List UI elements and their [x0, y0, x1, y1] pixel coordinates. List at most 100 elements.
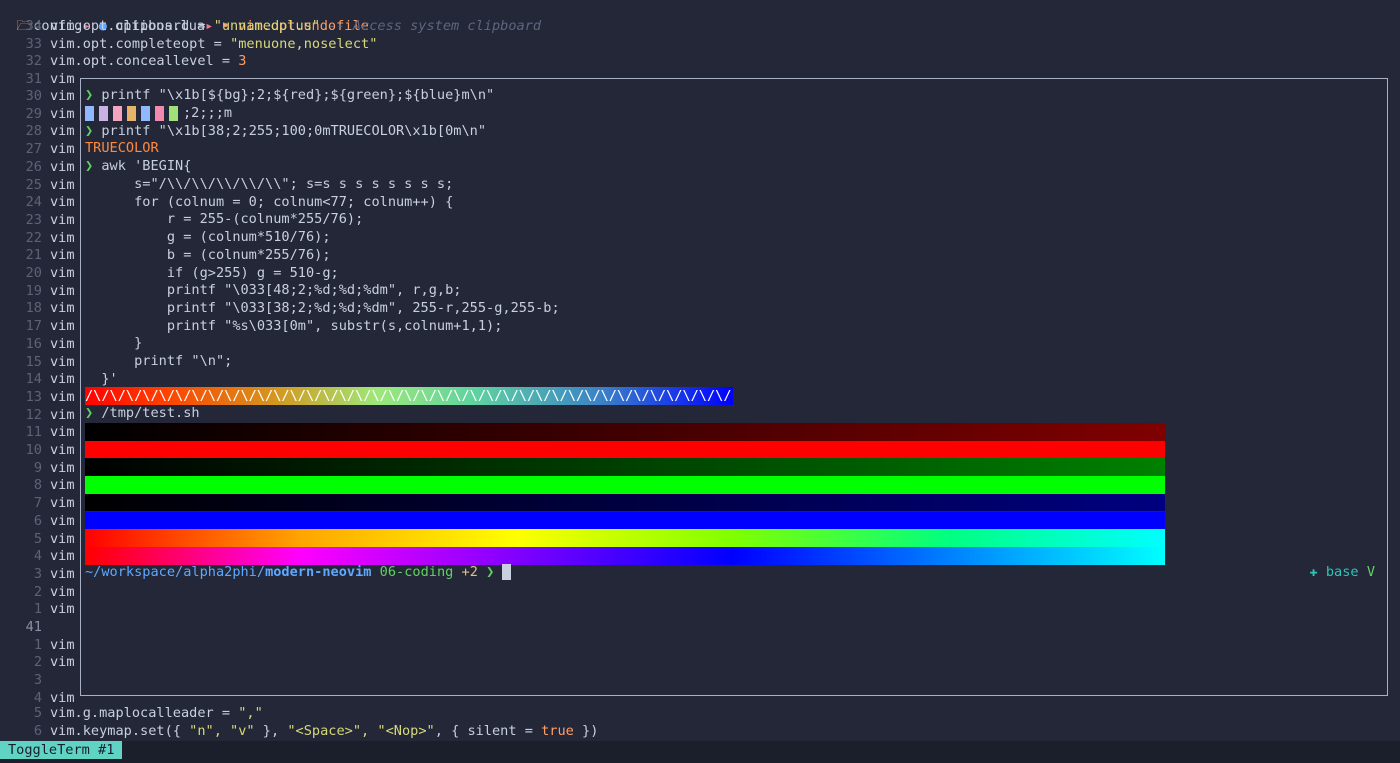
- line-number: 9: [33, 459, 42, 476]
- line-number: 8: [33, 477, 42, 494]
- editor-line[interactable]: 6 vim.keymap.set({ "n", "v" }, "<Space>",…: [0, 722, 599, 741]
- line-number: 7: [33, 495, 42, 512]
- line-number: 17: [25, 318, 42, 335]
- editor-line[interactable]: 32 vim.opt.conceallevel = 3: [0, 53, 247, 71]
- code-text: vim: [50, 71, 75, 88]
- line-number: 19: [25, 282, 42, 299]
- editor-line[interactable]: 31 vim: [0, 71, 75, 89]
- code-text: vim: [50, 477, 75, 494]
- terminal-line-cmd2: ❯ printf "\x1b[38;2;255;100;0mTRUECOLOR\…: [85, 123, 486, 141]
- terminal-cursor[interactable]: [502, 564, 512, 580]
- cmd1-text: printf "\x1b[${bg};2;${red};${green};${b…: [101, 87, 495, 103]
- comment: -- Access system clipboard: [320, 18, 542, 34]
- code-text: vim: [50, 459, 75, 476]
- cwd-home: ~/workspace/alpha2phi/: [85, 564, 266, 580]
- code-text: vim: [50, 123, 75, 140]
- line-number: 4: [33, 548, 42, 565]
- color-bar: [85, 529, 1165, 547]
- code-text: vim: [50, 229, 75, 246]
- cmd3-text: /tmp/test.sh: [101, 405, 200, 421]
- line-number: 33: [25, 35, 42, 52]
- toggleterm-statusline: ToggleTerm #1: [0, 741, 1400, 763]
- gutter-line: 4 vim: [0, 548, 75, 566]
- awk-script-line: r = 255-(colnum*255/76);: [85, 211, 364, 228]
- gutter-line: 29 vim: [0, 106, 75, 124]
- code-text: vim: [50, 565, 75, 582]
- gutter-line: 1 vim: [0, 637, 75, 655]
- code-text: vim: [50, 88, 75, 104]
- code-text: vim: [50, 318, 75, 335]
- out1-text: ;2;;;m: [183, 105, 233, 121]
- gutter-line: 23 vim: [0, 212, 75, 230]
- code-text: vim: [50, 530, 75, 547]
- editor-line[interactable]: 33 vim.opt.completeopt = "menuone,noselec…: [0, 35, 378, 54]
- code-text: vim.opt.clipboard =: [50, 18, 214, 34]
- code-text: vim: [50, 406, 75, 423]
- code-text: vim: [50, 300, 75, 317]
- color-bar: [85, 423, 1165, 441]
- gutter-line: 22 vim: [0, 230, 75, 248]
- line-number: 2: [33, 654, 42, 671]
- git-branch: 06-coding: [379, 564, 454, 580]
- code-text: vim.g.maplocalleader =: [50, 705, 239, 721]
- line-number: 3: [33, 672, 42, 689]
- code-text: vim: [50, 495, 75, 512]
- code-text: vim: [50, 282, 75, 299]
- string-literal: "n", "v": [189, 722, 255, 739]
- color-swatch: [85, 105, 94, 121]
- gutter-line: 14 vim: [0, 371, 75, 389]
- code-text: vim: [50, 211, 75, 228]
- code-text: vim: [50, 194, 75, 211]
- line-number: 1: [33, 636, 42, 653]
- editor-line[interactable]: 5 vim.g.maplocalleader = ",": [0, 705, 263, 723]
- awk-first-line: awk 'BEGIN{: [101, 158, 192, 174]
- toggleterm-float-window[interactable]: ❯ printf "\x1b[${bg};2;${red};${green};$…: [80, 78, 1388, 696]
- gutter-line: 8 vim: [0, 477, 75, 495]
- toggleterm-label[interactable]: ToggleTerm #1: [0, 741, 123, 759]
- gutter-line: 5 vim: [0, 531, 75, 549]
- code-text: vim: [50, 424, 75, 441]
- code-text: vim: [50, 353, 75, 370]
- code-text: vim: [50, 247, 75, 264]
- line-number: 28: [25, 123, 42, 140]
- awk-script-line: }: [85, 335, 143, 352]
- line-number: 18: [25, 300, 42, 317]
- color-swatches: [85, 105, 183, 121]
- gutter-line: 30 vim: [0, 88, 75, 106]
- editor-line[interactable]: 34 vim.opt.clipboard = "unnamedplus" -- A…: [0, 18, 541, 36]
- string-literal: ",": [238, 705, 263, 721]
- line-number: 10: [25, 442, 42, 458]
- line-number: 14: [25, 371, 42, 388]
- truecolor-gradient-zigzag: /\/\/\/\/\/\/\/\/\/\/\/\/\/\/\/\/\/\/\/\…: [85, 387, 733, 405]
- awk-script-line: }': [85, 370, 118, 387]
- code-text: vim: [50, 548, 75, 565]
- awk-script-line: printf "%s\033[0m", substr(s,colnum+1,1)…: [85, 317, 503, 334]
- prompt-icon: ❯: [85, 405, 94, 421]
- color-bar: [85, 511, 1165, 530]
- color-bar: [85, 476, 1165, 494]
- line-number: 13: [25, 388, 42, 405]
- line-number: 27: [25, 141, 42, 158]
- code-text: vim: [50, 601, 75, 618]
- git-changes: +2: [461, 564, 478, 580]
- prompt-icon: ❯: [85, 87, 94, 103]
- code-text: vim.keymap.set({: [50, 722, 190, 739]
- check-icon: V: [1366, 564, 1375, 580]
- line-number: 16: [25, 335, 42, 352]
- line-number: 23: [25, 211, 42, 228]
- terminal-prompt-line[interactable]: ~/workspace/alpha2phi/modern-neovim 06-c…: [85, 564, 512, 582]
- code-text: vim: [50, 158, 75, 175]
- awk-script-line: for (colnum = 0; colnum<77; colnum++) {: [85, 193, 454, 210]
- line-number: 12: [25, 406, 42, 423]
- gutter-line: 11 vim: [0, 424, 75, 442]
- awk-script-line: if (g>255) g = 510-g;: [85, 264, 339, 281]
- gutter-line: 15 vim: [0, 354, 75, 372]
- awk-script-line: printf "\033[48;2;%d;%d;%dm", r,g,b;: [85, 282, 462, 299]
- awk-script-line: printf "\n";: [85, 353, 233, 369]
- gutter-line: 17 vim: [0, 318, 75, 336]
- line-number: 24: [25, 194, 42, 211]
- gutter-line: 1 vim: [0, 601, 75, 619]
- line-number: 11: [25, 424, 42, 441]
- color-swatch: [141, 105, 150, 121]
- code-text: vim: [50, 512, 75, 529]
